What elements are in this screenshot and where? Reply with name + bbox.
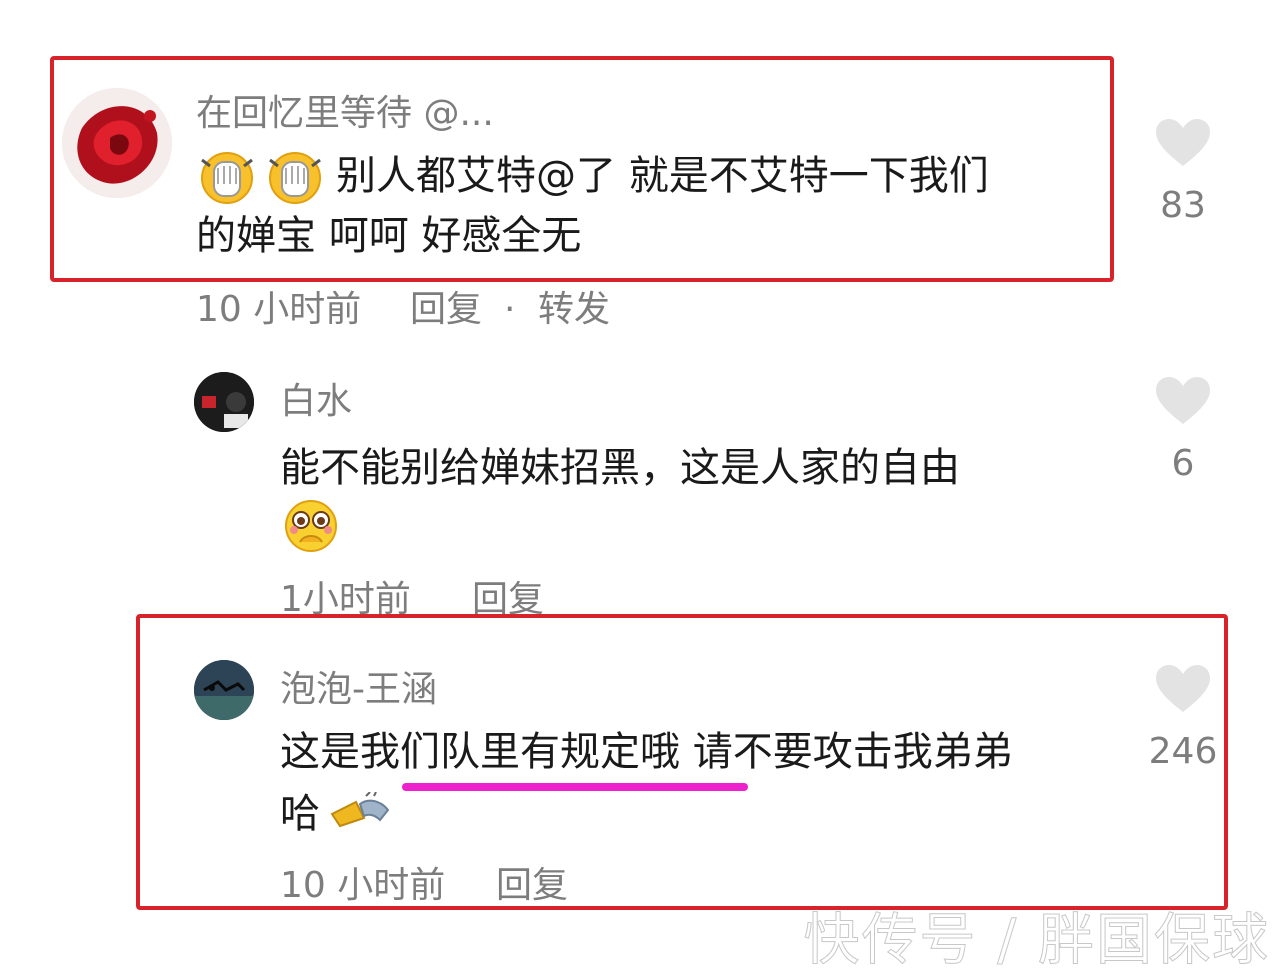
like-button[interactable]: 6 (1148, 376, 1218, 482)
comment-text-line1: 能不能别给婵妹招黑，这是人家的自由 (280, 445, 960, 491)
like-button[interactable]: 83 (1148, 118, 1218, 224)
avatar[interactable] (194, 372, 254, 432)
username[interactable]: 白水 (280, 384, 352, 420)
pleading-emoji (280, 498, 342, 558)
watermark: 快传号 / 胖国保球 (803, 908, 1270, 974)
timestamp: 1小时前 (280, 579, 411, 620)
heart-icon (1156, 119, 1210, 166)
separator: · (504, 289, 516, 330)
reply-button[interactable]: 回复 (410, 292, 482, 328)
forward-button[interactable]: 转发 (538, 292, 610, 328)
highlight-box-2 (136, 614, 1228, 910)
like-count: 83 (1160, 185, 1206, 226)
dark-avatar-image (194, 372, 254, 432)
timestamp: 10 小时前 (196, 289, 362, 330)
heart-icon (1156, 377, 1210, 424)
highlight-box-1 (50, 56, 1114, 282)
like-count: 6 (1171, 443, 1195, 484)
reply-button[interactable]: 回复 (472, 582, 544, 618)
